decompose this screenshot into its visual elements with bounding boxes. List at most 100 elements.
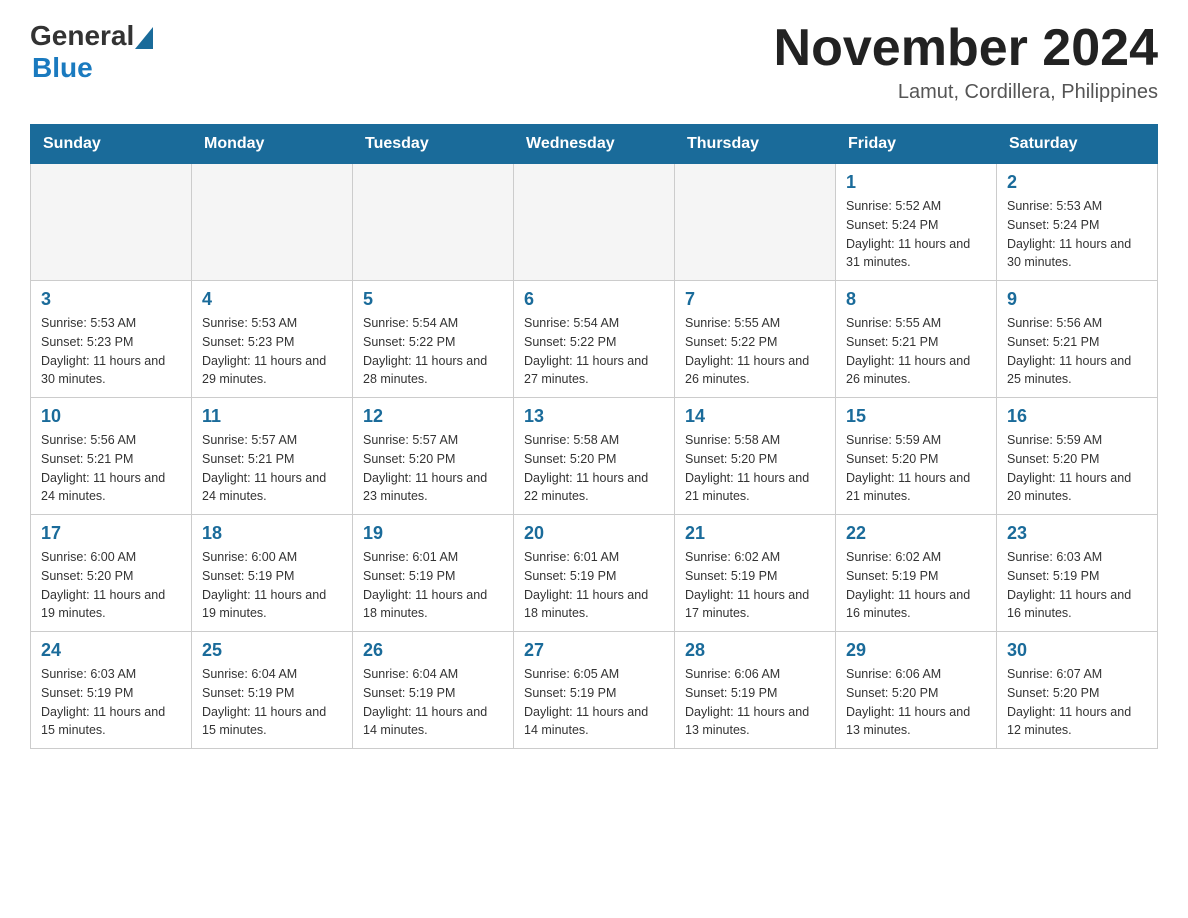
day-number: 18 [202, 523, 342, 544]
calendar-cell: 29Sunrise: 6:06 AMSunset: 5:20 PMDayligh… [836, 632, 997, 749]
calendar-cell: 9 Sunrise: 5:56 AMSunset: 5:21 PMDaylight… [997, 281, 1158, 398]
header-sunday: Sunday [31, 125, 192, 164]
logo-blue: Blue [32, 52, 93, 83]
day-number: 25 [202, 640, 342, 661]
calendar-cell: 22 Sunrise: 6:02 AMSunset: 5:19 PMDayligh… [836, 515, 997, 632]
calendar-cell: 20 Sunrise: 6:01 AMSunset: 5:19 PMDayligh… [514, 515, 675, 632]
logo-general: General [30, 20, 134, 52]
calendar-cell: 11 Sunrise: 5:57 AMSunset: 5:21 PMDayligh… [192, 398, 353, 515]
weekday-header-row: Sunday Monday Tuesday Wednesday Thursday… [31, 125, 1158, 164]
calendar-cell: 8Sunrise: 5:55 AMSunset: 5:21 PMDaylight… [836, 281, 997, 398]
calendar-cell: 24Sunrise: 6:03 AMSunset: 5:19 PMDayligh… [31, 632, 192, 749]
logo-text: General [30, 20, 154, 52]
calendar-cell: 7 Sunrise: 5:55 AMSunset: 5:22 PMDaylight… [675, 281, 836, 398]
day-info: Sunrise: 6:06 AMSunset: 5:20 PMDaylight:… [846, 665, 986, 740]
header-tuesday: Tuesday [353, 125, 514, 164]
day-info: Sunrise: 5:53 AMSunset: 5:24 PMDaylight:… [1007, 197, 1147, 272]
day-info: Sunrise: 5:58 AMSunset: 5:20 PMDaylight:… [524, 431, 664, 506]
calendar-cell: 10Sunrise: 5:56 AMSunset: 5:21 PMDayligh… [31, 398, 192, 515]
calendar-week-row: 24Sunrise: 6:03 AMSunset: 5:19 PMDayligh… [31, 632, 1158, 749]
calendar-week-row: 17Sunrise: 6:00 AMSunset: 5:20 PMDayligh… [31, 515, 1158, 632]
day-number: 19 [363, 523, 503, 544]
day-number: 16 [1007, 406, 1147, 427]
day-info: Sunrise: 6:00 AMSunset: 5:20 PMDaylight:… [41, 548, 181, 623]
header-friday: Friday [836, 125, 997, 164]
calendar-cell: 12Sunrise: 5:57 AMSunset: 5:20 PMDayligh… [353, 398, 514, 515]
day-info: Sunrise: 5:55 AMSunset: 5:22 PMDaylight:… [685, 314, 825, 389]
day-info: Sunrise: 6:01 AMSunset: 5:19 PMDaylight:… [524, 548, 664, 623]
day-number: 21 [685, 523, 825, 544]
day-info: Sunrise: 6:07 AMSunset: 5:20 PMDaylight:… [1007, 665, 1147, 740]
header-monday: Monday [192, 125, 353, 164]
day-info: Sunrise: 5:52 AMSunset: 5:24 PMDaylight:… [846, 197, 986, 272]
day-number: 26 [363, 640, 503, 661]
logo: General Blue [30, 20, 154, 84]
day-info: Sunrise: 6:04 AMSunset: 5:19 PMDaylight:… [363, 665, 503, 740]
day-number: 23 [1007, 523, 1147, 544]
day-info: Sunrise: 5:54 AMSunset: 5:22 PMDaylight:… [363, 314, 503, 389]
day-info: Sunrise: 5:54 AMSunset: 5:22 PMDaylight:… [524, 314, 664, 389]
day-info: Sunrise: 5:57 AMSunset: 5:20 PMDaylight:… [363, 431, 503, 506]
header-wednesday: Wednesday [514, 125, 675, 164]
calendar-cell: 6Sunrise: 5:54 AMSunset: 5:22 PMDaylight… [514, 281, 675, 398]
day-number: 20 [524, 523, 664, 544]
day-info: Sunrise: 5:59 AMSunset: 5:20 PMDaylight:… [1007, 431, 1147, 506]
calendar-cell: 17Sunrise: 6:00 AMSunset: 5:20 PMDayligh… [31, 515, 192, 632]
calendar-cell: 1Sunrise: 5:52 AMSunset: 5:24 PMDaylight… [836, 164, 997, 281]
calendar-cell [353, 164, 514, 281]
calendar-cell: 16 Sunrise: 5:59 AMSunset: 5:20 PMDayligh… [997, 398, 1158, 515]
day-info: Sunrise: 6:05 AMSunset: 5:19 PMDaylight:… [524, 665, 664, 740]
calendar-body: 1Sunrise: 5:52 AMSunset: 5:24 PMDaylight… [31, 164, 1158, 749]
calendar-week-row: 3 Sunrise: 5:53 AMSunset: 5:23 PMDaylight… [31, 281, 1158, 398]
calendar-title: November 2024 [774, 20, 1158, 77]
day-info: Sunrise: 5:55 AMSunset: 5:21 PMDaylight:… [846, 314, 986, 389]
calendar-cell: 27Sunrise: 6:05 AMSunset: 5:19 PMDayligh… [514, 632, 675, 749]
page-header: General Blue November 2024 Lamut, Cordil… [30, 20, 1158, 104]
day-number: 22 [846, 523, 986, 544]
day-info: Sunrise: 6:03 AMSunset: 5:19 PMDaylight:… [1007, 548, 1147, 623]
day-number: 2 [1007, 172, 1147, 193]
day-number: 14 [685, 406, 825, 427]
calendar-cell: 19 Sunrise: 6:01 AMSunset: 5:19 PMDayligh… [353, 515, 514, 632]
calendar-cell: 5 Sunrise: 5:54 AMSunset: 5:22 PMDaylight… [353, 281, 514, 398]
day-number: 13 [524, 406, 664, 427]
calendar-cell: 14Sunrise: 5:58 AMSunset: 5:20 PMDayligh… [675, 398, 836, 515]
calendar-header: Sunday Monday Tuesday Wednesday Thursday… [31, 125, 1158, 164]
calendar-cell [31, 164, 192, 281]
day-number: 11 [202, 406, 342, 427]
day-info: Sunrise: 5:53 AMSunset: 5:23 PMDaylight:… [41, 314, 181, 389]
day-number: 3 [41, 289, 181, 310]
calendar-cell: 23 Sunrise: 6:03 AMSunset: 5:19 PMDayligh… [997, 515, 1158, 632]
calendar-cell: 3 Sunrise: 5:53 AMSunset: 5:23 PMDaylight… [31, 281, 192, 398]
calendar-cell [675, 164, 836, 281]
day-info: Sunrise: 6:06 AMSunset: 5:19 PMDaylight:… [685, 665, 825, 740]
day-number: 10 [41, 406, 181, 427]
calendar-table: Sunday Monday Tuesday Wednesday Thursday… [30, 124, 1158, 749]
day-number: 15 [846, 406, 986, 427]
title-area: November 2024 Lamut, Cordillera, Philipp… [774, 20, 1158, 104]
header-thursday: Thursday [675, 125, 836, 164]
day-number: 4 [202, 289, 342, 310]
day-info: Sunrise: 5:57 AMSunset: 5:21 PMDaylight:… [202, 431, 342, 506]
day-info: Sunrise: 6:02 AMSunset: 5:19 PMDaylight:… [846, 548, 986, 623]
day-info: Sunrise: 5:56 AMSunset: 5:21 PMDaylight:… [1007, 314, 1147, 389]
day-number: 28 [685, 640, 825, 661]
calendar-week-row: 10Sunrise: 5:56 AMSunset: 5:21 PMDayligh… [31, 398, 1158, 515]
day-info: Sunrise: 6:00 AMSunset: 5:19 PMDaylight:… [202, 548, 342, 623]
calendar-cell: 30Sunrise: 6:07 AMSunset: 5:20 PMDayligh… [997, 632, 1158, 749]
day-number: 7 [685, 289, 825, 310]
day-info: Sunrise: 6:01 AMSunset: 5:19 PMDaylight:… [363, 548, 503, 623]
day-number: 5 [363, 289, 503, 310]
day-info: Sunrise: 6:02 AMSunset: 5:19 PMDaylight:… [685, 548, 825, 623]
calendar-cell: 4Sunrise: 5:53 AMSunset: 5:23 PMDaylight… [192, 281, 353, 398]
calendar-cell: 2 Sunrise: 5:53 AMSunset: 5:24 PMDaylight… [997, 164, 1158, 281]
calendar-cell: 15Sunrise: 5:59 AMSunset: 5:20 PMDayligh… [836, 398, 997, 515]
calendar-cell [514, 164, 675, 281]
calendar-cell: 26 Sunrise: 6:04 AMSunset: 5:19 PMDayligh… [353, 632, 514, 749]
calendar-subtitle: Lamut, Cordillera, Philippines [774, 81, 1158, 104]
day-info: Sunrise: 6:04 AMSunset: 5:19 PMDaylight:… [202, 665, 342, 740]
calendar-cell: 13 Sunrise: 5:58 AMSunset: 5:20 PMDayligh… [514, 398, 675, 515]
day-number: 9 [1007, 289, 1147, 310]
day-number: 24 [41, 640, 181, 661]
logo-triangle-icon [134, 20, 154, 52]
